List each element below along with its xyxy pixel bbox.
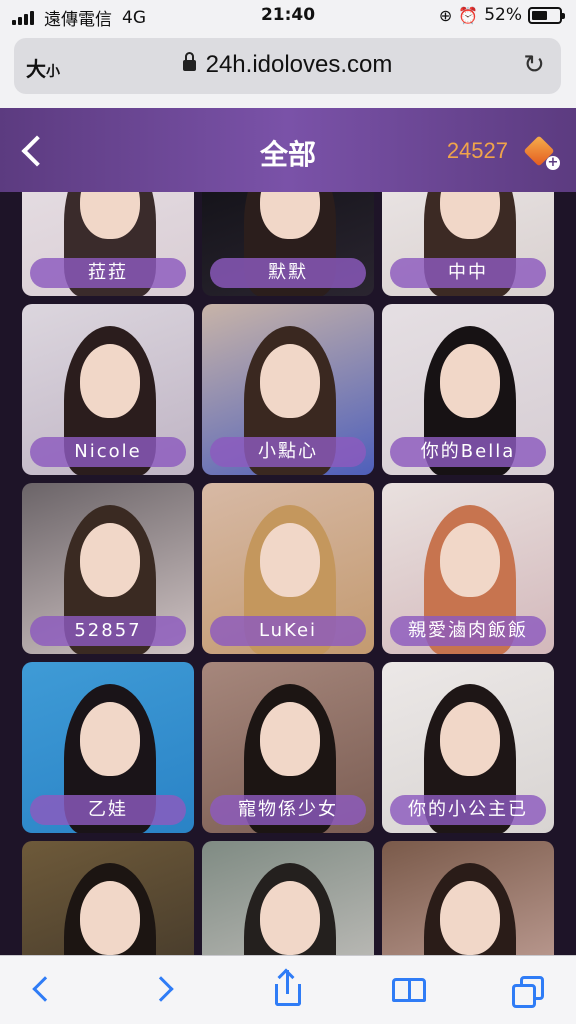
profile-name: 你的小公主已 <box>390 795 546 825</box>
profile-name: 52857 <box>30 616 186 646</box>
profile-name: 寵物係少女 <box>210 795 366 825</box>
profile-grid-viewport[interactable]: 菈菈 默默 中中 Nicole 小點心 你的Bella 52857 LuKei 親愛滷肉飯飯乙娃… <box>0 192 576 955</box>
alarm-icon: ⏰ <box>458 5 479 25</box>
profile-card[interactable]: 小點心 <box>202 304 374 475</box>
profile-name: 菈菈 <box>30 258 186 288</box>
profile-card[interactable]: 52857 <box>22 483 194 654</box>
battery-percent: 52% <box>484 5 522 25</box>
points-balance: 24527 <box>446 138 508 163</box>
plus-icon: + <box>546 155 560 170</box>
profile-name: LuKei <box>210 616 366 646</box>
profile-name: 乙娃 <box>30 795 186 825</box>
profile-photo <box>22 841 194 955</box>
profile-card[interactable]: LuKei <box>202 483 374 654</box>
forward-icon[interactable] <box>146 970 186 1010</box>
browser-address-area: 大小 24h.idoloves.com ↻ <box>0 32 576 108</box>
profile-card[interactable]: 親愛滷肉飯飯 <box>382 483 554 654</box>
profile-card[interactable]: 你的小公主已 <box>382 662 554 833</box>
status-right: ⊕ ⏰ 52% <box>438 5 565 25</box>
tabs-icon[interactable] <box>508 970 548 1010</box>
profile-card[interactable]: 菈菈 <box>22 192 194 296</box>
lock-icon <box>182 52 196 71</box>
share-icon[interactable] <box>268 968 308 1010</box>
orientation-lock-icon: ⊕ <box>438 5 453 25</box>
profile-card[interactable]: 做你的專屬女 <box>382 841 554 955</box>
status-bar: 遠傳電信 4G 21:40 ⊕ ⏰ 52% <box>0 0 576 32</box>
url-field[interactable]: 24h.idoloves.com <box>14 51 561 79</box>
url-text: 24h.idoloves.com <box>205 51 393 78</box>
profile-name: 中中 <box>390 258 546 288</box>
profile-card[interactable]: 寵物係少女 <box>202 662 374 833</box>
profile-card[interactable]: 默默 <box>202 192 374 296</box>
profile-name: 默默 <box>210 258 366 288</box>
profile-name: 小點心 <box>210 437 366 467</box>
profile-photo <box>382 841 554 955</box>
address-bar[interactable]: 大小 24h.idoloves.com ↻ <box>14 38 561 94</box>
profile-name: 你的Bella <box>390 437 546 467</box>
app-header: 全部 24527 + <box>0 108 576 192</box>
bookmarks-icon[interactable] <box>388 970 428 1010</box>
profile-card[interactable]: Nicole <box>22 304 194 475</box>
battery-icon <box>528 6 565 24</box>
profile-card[interactable]: 咪咪 <box>22 841 194 955</box>
back-icon[interactable] <box>24 970 64 1010</box>
profile-photo <box>202 841 374 955</box>
profile-name: Nicole <box>30 437 186 467</box>
browser-toolbar <box>0 955 576 1024</box>
profile-card[interactable]: 乙娃 <box>22 662 194 833</box>
profile-card[interactable]: 中中 <box>382 192 554 296</box>
profile-card[interactable]: 你的Bella <box>382 304 554 475</box>
add-diamond-button[interactable]: + <box>523 135 560 170</box>
profile-grid: 菈菈 默默 中中 Nicole 小點心 你的Bella 52857 LuKei 親愛滷肉飯飯乙娃… <box>22 192 554 955</box>
profile-card[interactable]: 曇鈺 <box>202 841 374 955</box>
profile-name: 親愛滷肉飯飯 <box>390 616 546 646</box>
reload-icon[interactable]: ↻ <box>521 50 547 80</box>
